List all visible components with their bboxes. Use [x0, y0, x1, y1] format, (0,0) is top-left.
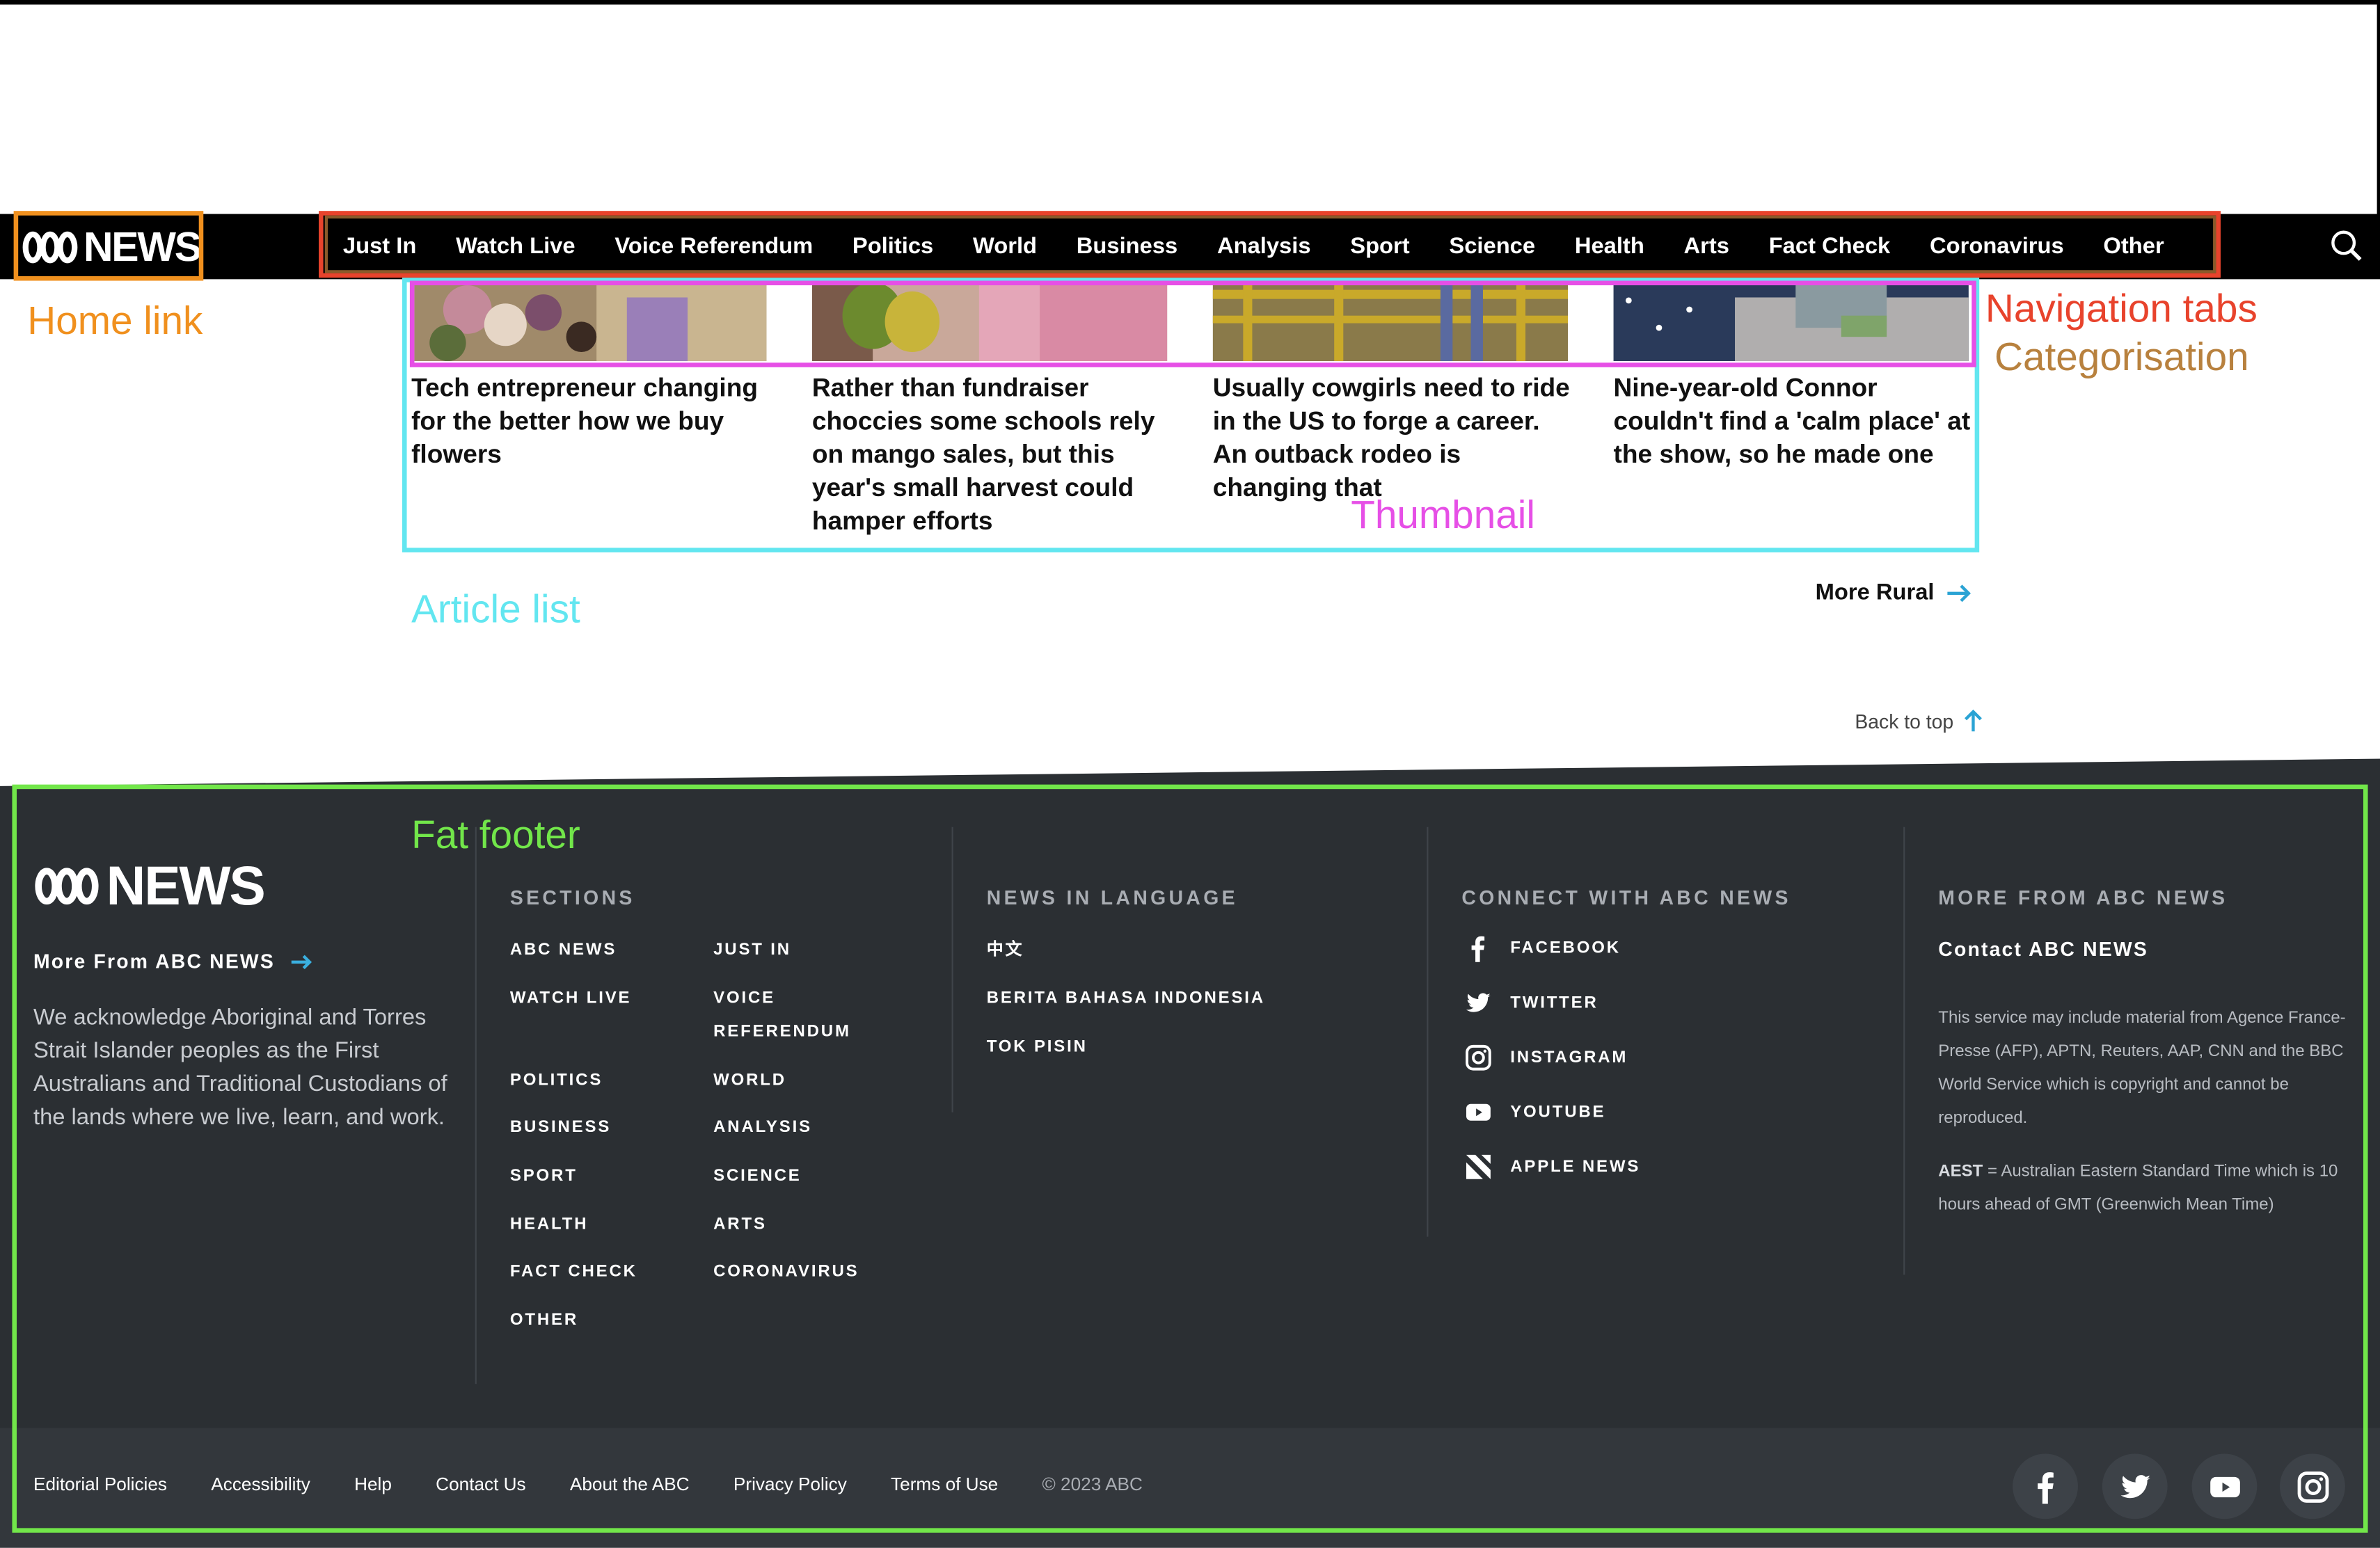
fat-footer-annotation-box: [12, 784, 2368, 1533]
right-border: [2377, 0, 2380, 216]
article-list-annotation: Article list: [411, 585, 580, 632]
arrow-right-icon: [1948, 584, 1972, 602]
thumbnail-annotation: Thumbnail: [1351, 491, 1536, 538]
more-rural-link[interactable]: More Rural: [1816, 580, 1974, 605]
navigation-tabs-annotation: Navigation tabs: [1985, 285, 2258, 331]
more-rural-label: More Rural: [1815, 580, 1935, 606]
back-to-top-label: Back to top: [1855, 709, 1954, 733]
fat-footer-annotation: Fat footer: [411, 811, 580, 858]
back-to-top-link[interactable]: Back to top: [1855, 709, 1983, 733]
search-icon[interactable]: [2330, 229, 2363, 262]
thumbnail-annotation-box: [409, 280, 1976, 367]
categorisation-annotation: Categorisation: [1994, 333, 2249, 380]
arrow-up-icon: [1965, 709, 1983, 732]
top-border: [0, 0, 2380, 5]
categorisation-annotation-box: [324, 215, 2216, 273]
home-link-annotation: Home link: [27, 297, 203, 343]
home-link-annotation-box: [13, 211, 204, 281]
